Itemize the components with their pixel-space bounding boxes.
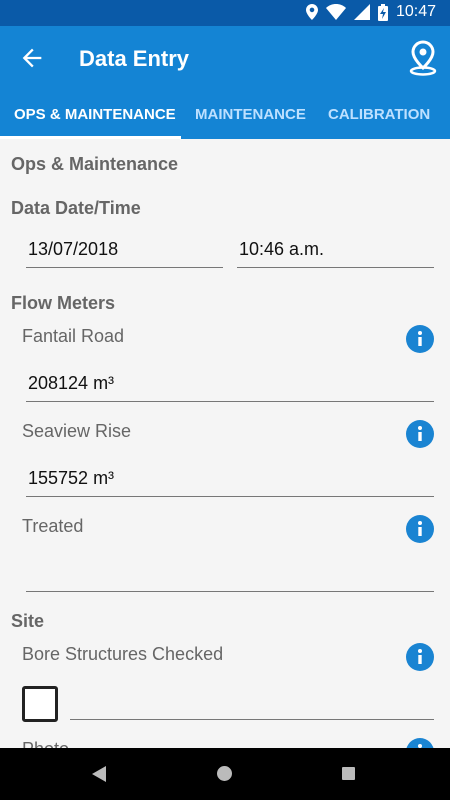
arrow-back-icon[interactable]	[18, 44, 46, 72]
bore-structures-field[interactable]	[70, 691, 434, 720]
app-bar: Data Entry	[0, 26, 450, 90]
site-label: Site	[11, 611, 45, 631]
bore-structures-label: Bore Structures Checked	[22, 644, 224, 664]
datetime-label: Data Date/Time	[11, 198, 141, 218]
navigation-bar	[0, 748, 450, 800]
info-icon[interactable]	[406, 515, 434, 543]
battery-charging-icon	[377, 3, 388, 21]
info-icon[interactable]	[406, 325, 434, 353]
info-icon[interactable]	[406, 738, 434, 748]
tab-ops-maintenance[interactable]: OPS & MAINTENANCE	[14, 90, 176, 139]
form-content[interactable]: Ops & Maintenance Data Date/Time 13/07/2…	[0, 139, 450, 748]
seaview-rise-field[interactable]: 155752 m³	[26, 468, 434, 497]
wifi-icon	[325, 4, 346, 20]
time-field[interactable]: 10:46 a.m.	[237, 239, 434, 268]
info-icon[interactable]	[406, 420, 434, 448]
status-bar: 10:47	[0, 0, 450, 26]
fantail-road-field[interactable]: 208124 m³	[26, 373, 434, 402]
treated-field[interactable]	[26, 563, 434, 592]
photo-label: Photo	[22, 739, 69, 748]
fantail-road-label: Fantail Road	[22, 326, 125, 346]
date-field[interactable]: 13/07/2018	[26, 239, 223, 268]
flow-meters-label: Flow Meters	[11, 293, 116, 313]
section-title: Ops & Maintenance	[11, 154, 179, 174]
location-pin-icon[interactable]	[408, 40, 438, 76]
info-icon[interactable]	[406, 643, 434, 671]
page-title: Data Entry	[79, 46, 190, 71]
nav-recent-apps-icon[interactable]	[342, 767, 355, 780]
bore-structures-checkbox[interactable]	[22, 686, 58, 722]
cell-signal-icon	[353, 4, 370, 20]
tab-maintenance[interactable]: MAINTENANCE	[195, 90, 306, 139]
location-icon	[305, 4, 318, 20]
nav-home-icon[interactable]	[217, 766, 232, 781]
treated-label: Treated	[22, 516, 84, 536]
seaview-rise-label: Seaview Rise	[22, 421, 132, 441]
tab-calibration[interactable]: CALIBRATION	[328, 90, 430, 139]
tab-bar: OPS & MAINTENANCE MAINTENANCE CALIBRATIO…	[0, 90, 450, 139]
status-time: 10:47	[395, 3, 436, 20]
nav-back-icon[interactable]	[92, 766, 106, 782]
